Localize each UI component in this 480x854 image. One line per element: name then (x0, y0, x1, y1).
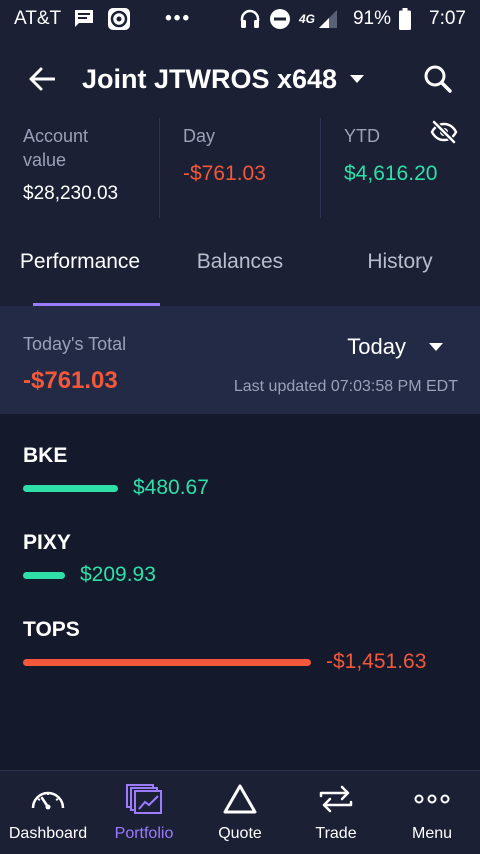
holding-value: -$1,451.63 (326, 650, 427, 673)
more-dots-icon (413, 781, 451, 817)
account-value-block: Account value $28,230.03 (0, 118, 159, 218)
account-summary: Account value $28,230.03 Day -$761.03 YT… (0, 118, 480, 218)
battery-icon (399, 8, 412, 30)
hide-values-button[interactable] (430, 120, 458, 148)
do-not-disturb-icon (269, 8, 291, 30)
total-panel: Today's Total -$761.03 Today Last update… (0, 306, 480, 414)
ytd-label: YTD (344, 126, 380, 146)
triangle-icon (223, 781, 257, 817)
range-dropdown[interactable]: Today (347, 334, 444, 360)
nav-label: Trade (315, 825, 357, 842)
holding-bar (23, 571, 65, 579)
network-signal-icon: 4G (299, 9, 339, 29)
more-notifications-icon: ••• (165, 8, 192, 29)
ytd-change-block: YTD $4,616.20 (320, 118, 480, 218)
battery-percent: 91% (352, 8, 392, 29)
status-right: 4G 91% 7:07 (239, 8, 466, 30)
holding-bar-row: $209.93 (23, 563, 156, 587)
account-value-label: Account value (23, 126, 89, 170)
account-selector[interactable]: Joint JTWROS x648 (82, 64, 365, 95)
day-change-value: -$761.03 (183, 162, 266, 185)
holding-row[interactable]: TOPS -$1,451.63 (23, 618, 426, 674)
search-icon (424, 65, 452, 93)
holding-symbol: TOPS (23, 618, 80, 641)
day-label: Day (183, 126, 216, 146)
nav-label: Menu (411, 825, 453, 842)
holding-symbol: PIXY (23, 531, 71, 554)
holding-bar-row: $480.67 (23, 476, 209, 500)
eye-off-icon (430, 120, 458, 144)
nav-label: Quote (218, 825, 262, 842)
nav-label: Dashboard (8, 825, 88, 842)
section-tabs: Performance Balances History (0, 218, 480, 306)
holding-bar (23, 484, 118, 492)
holding-symbol: BKE (23, 444, 68, 467)
bottom-navigation: Dashboard Portfolio Quote Trade Menu (0, 770, 480, 854)
nav-label: Portfolio (114, 825, 174, 842)
back-button[interactable] (20, 57, 64, 101)
day-change-block: Day -$761.03 (159, 118, 320, 218)
last-updated: Last updated 07:03:58 PM EDT (233, 378, 458, 395)
total-value: -$761.03 (23, 367, 118, 394)
holding-bar (23, 658, 311, 666)
status-left: AT&T ••• (14, 7, 191, 31)
carrier-label: AT&T (14, 8, 62, 29)
app-header: Joint JTWROS x648 (0, 38, 480, 120)
gauge-icon (30, 781, 66, 817)
holdings-list: BKE $480.67 PIXY $209.93 TOPS -$1,451.63 (0, 414, 480, 770)
holding-value: $209.93 (80, 563, 156, 586)
nav-menu[interactable]: Menu (384, 771, 480, 854)
app-notification-icon (107, 7, 131, 31)
holding-bar-row: -$1,451.63 (23, 650, 426, 674)
account-value: $28,230.03 (23, 183, 119, 204)
total-label: Today's Total (23, 334, 127, 354)
nav-dashboard[interactable]: Dashboard (0, 771, 96, 854)
caret-down-icon (350, 75, 365, 83)
search-button[interactable] (416, 57, 460, 101)
tab-performance[interactable]: Performance (0, 218, 160, 306)
tab-balances[interactable]: Balances (160, 218, 320, 306)
nav-quote[interactable]: Quote (192, 771, 288, 854)
ytd-change-value: $4,616.20 (344, 162, 438, 185)
holding-row[interactable]: PIXY $209.93 (23, 531, 156, 587)
headphones-icon (239, 8, 261, 30)
portfolio-icon (125, 781, 163, 817)
account-title: Joint JTWROS x648 (82, 63, 338, 94)
holding-row[interactable]: BKE $480.67 (23, 444, 209, 500)
holding-value: $480.67 (133, 476, 209, 499)
network-type: 4G (298, 12, 315, 26)
nav-portfolio[interactable]: Portfolio (96, 771, 192, 854)
tab-history[interactable]: History (320, 218, 480, 306)
nav-trade[interactable]: Trade (288, 771, 384, 854)
clock: 7:07 (429, 8, 466, 29)
swap-arrows-icon (318, 781, 354, 817)
range-selected: Today (347, 334, 406, 359)
message-icon (73, 9, 95, 29)
caret-down-icon (429, 343, 443, 351)
status-bar: AT&T ••• 4G 91% 7:07 (0, 0, 480, 38)
back-arrow-icon (29, 67, 55, 91)
